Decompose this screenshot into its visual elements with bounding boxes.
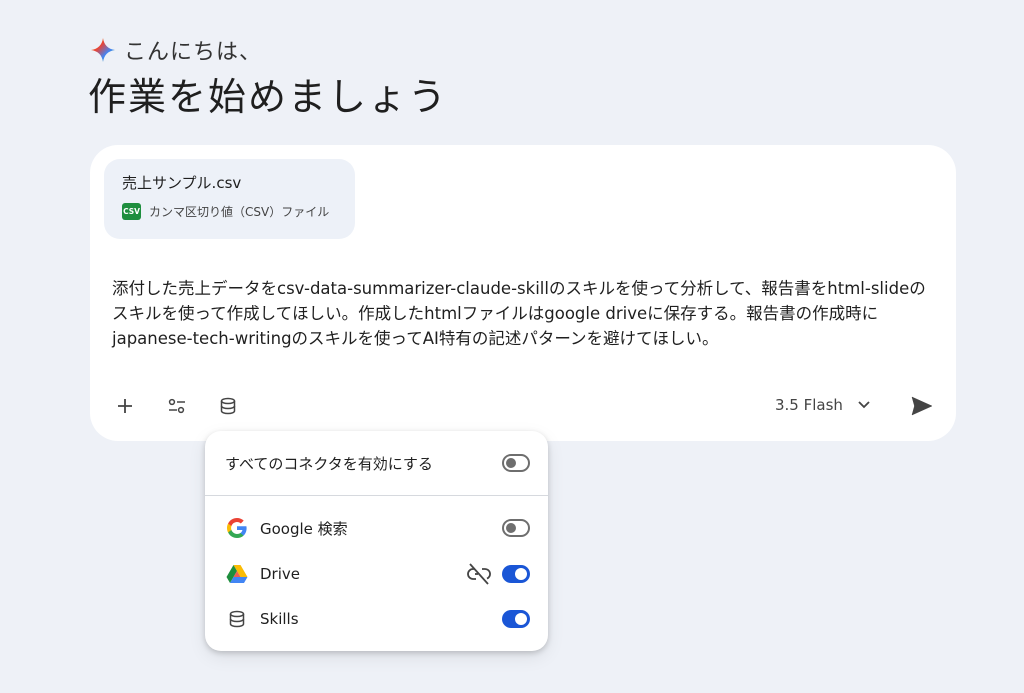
- connector-label: Skills: [260, 610, 299, 628]
- plus-icon: [117, 398, 133, 418]
- connectors-menu: すべてのコネクタを有効にする Google 検索 Drive Skills: [205, 431, 548, 651]
- sliders-icon: [167, 397, 187, 419]
- model-label: 3.5 Flash: [775, 396, 843, 414]
- connectors-button[interactable]: [215, 395, 241, 421]
- chevron-down-icon: [857, 396, 871, 414]
- prompt-input[interactable]: 添付した売上データをcsv-data-summarizer-claude-ski…: [112, 276, 942, 351]
- app-page: こんにちは、 作業を始めましょう 売上サンプル.csv CSV カンマ区切り値（…: [0, 0, 1024, 693]
- attachment-file-name: 売上サンプル.csv: [122, 174, 242, 192]
- connector-drive[interactable]: Drive: [205, 554, 548, 594]
- model-selector[interactable]: 3.5 Flash: [775, 396, 871, 414]
- tools-button[interactable]: [164, 395, 190, 421]
- connector-label: Google 検索: [260, 519, 348, 538]
- greeting-row: こんにちは、: [90, 34, 262, 66]
- attachment-chip[interactable]: 売上サンプル.csv CSV カンマ区切り値（CSV）ファイル: [104, 159, 355, 239]
- connector-skills[interactable]: Skills: [205, 599, 548, 639]
- enable-all-label: すべてのコネクタを有効にする: [225, 454, 433, 473]
- gemini-sparkle-icon: [90, 37, 116, 63]
- drive-toggle[interactable]: [502, 565, 530, 583]
- google-drive-icon: [225, 562, 249, 586]
- add-button[interactable]: [112, 395, 138, 421]
- send-button[interactable]: [908, 394, 936, 422]
- prompt-composer: 売上サンプル.csv CSV カンマ区切り値（CSV）ファイル 添付した売上デー…: [90, 145, 956, 441]
- attachment-type-row: CSV カンマ区切り値（CSV）ファイル: [122, 203, 337, 220]
- google-icon: [225, 516, 249, 540]
- send-icon: [911, 396, 933, 420]
- enable-all-connectors-row[interactable]: すべてのコネクタを有効にする: [205, 443, 548, 483]
- database-icon: [225, 607, 249, 631]
- database-icon: [219, 397, 237, 419]
- google-search-toggle[interactable]: [502, 519, 530, 537]
- link-off-icon[interactable]: [467, 563, 491, 589]
- enable-all-toggle[interactable]: [502, 454, 530, 472]
- greeting-title: 作業を始めましょう: [88, 75, 449, 119]
- menu-divider: [205, 495, 548, 496]
- greeting-subtitle: こんにちは、: [124, 40, 263, 65]
- skills-toggle[interactable]: [502, 610, 530, 628]
- csv-file-icon: CSV: [122, 203, 141, 220]
- connector-google-search[interactable]: Google 検索: [205, 508, 548, 548]
- attachment-file-type: カンマ区切り値（CSV）ファイル: [149, 205, 330, 219]
- connector-label: Drive: [260, 565, 300, 583]
